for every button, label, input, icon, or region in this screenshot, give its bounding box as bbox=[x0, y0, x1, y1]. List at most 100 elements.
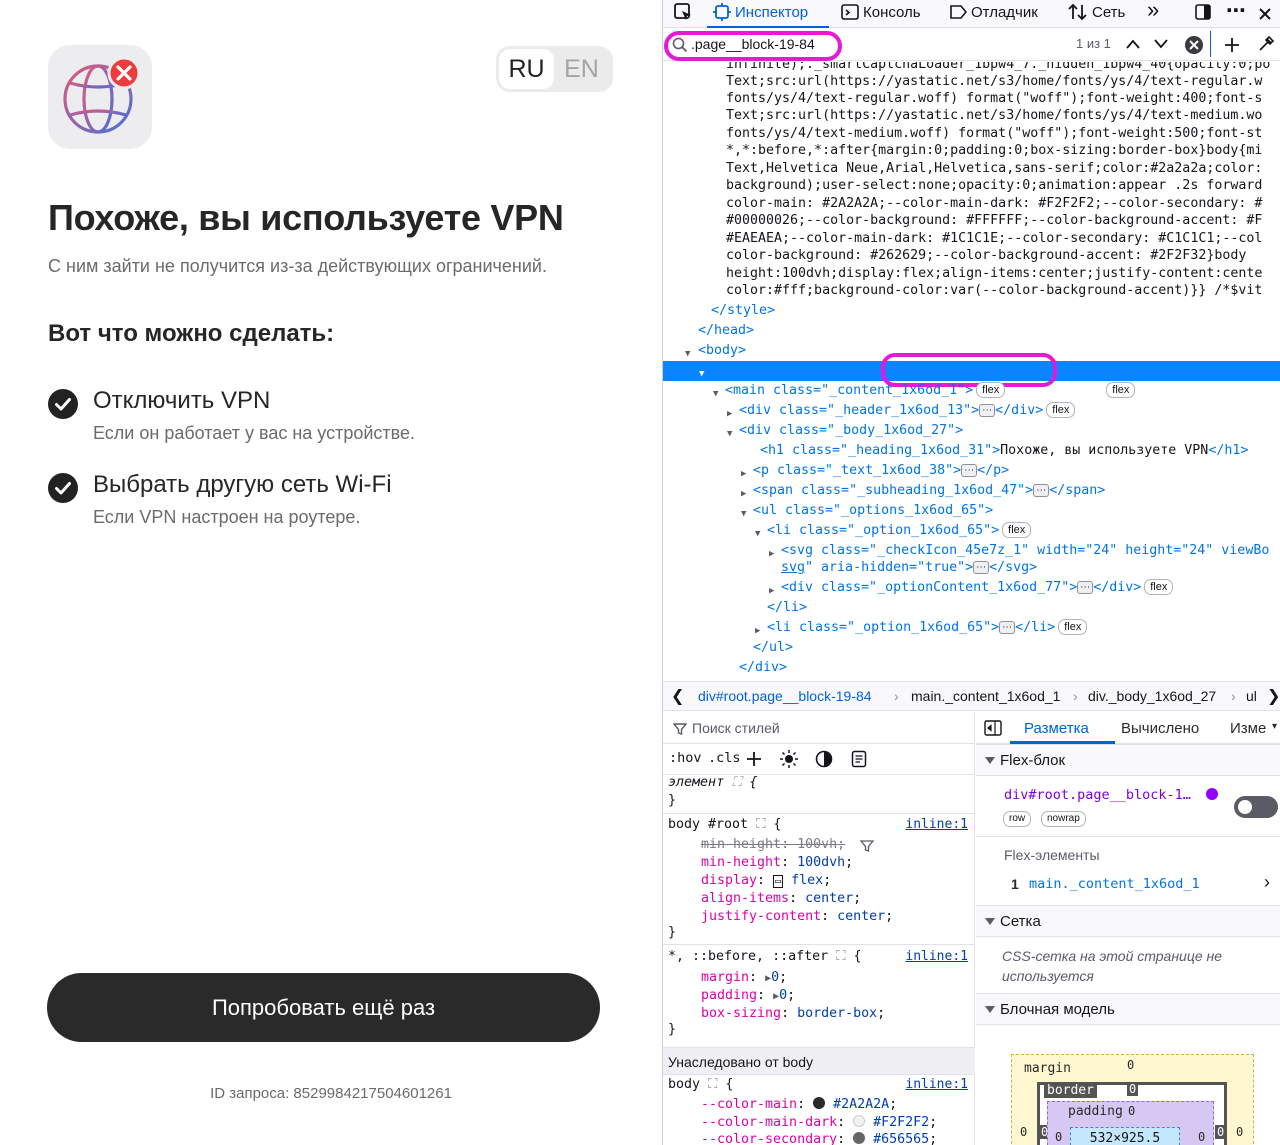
tab-network[interactable]: Сеть bbox=[1068, 2, 1125, 24]
padding-right-value[interactable]: 0 bbox=[1198, 1130, 1205, 1144]
eyedropper-icon[interactable] bbox=[1257, 35, 1275, 53]
expand-arrow-icon[interactable]: ▼ bbox=[755, 526, 760, 544]
rule-declaration[interactable]: --color-secondary: #656565; bbox=[701, 1132, 937, 1145]
rule-declaration[interactable]: margin: ▶0; bbox=[701, 970, 787, 985]
svg-ns-link[interactable]: svg bbox=[781, 560, 805, 575]
margin-left-value[interactable]: 0 bbox=[1020, 1125, 1027, 1139]
flex-item-link[interactable]: main._content_1x6od_1 bbox=[1029, 876, 1200, 892]
breadcrumb-item[interactable]: ul bbox=[1246, 688, 1257, 704]
rule-declaration[interactable]: display: ▭ flex; bbox=[701, 873, 831, 888]
light-theme-icon[interactable] bbox=[780, 750, 798, 768]
flex-badge[interactable]: flex bbox=[1058, 619, 1088, 635]
rule-declaration[interactable]: padding: ▶0; bbox=[701, 988, 795, 1003]
rule-source-link[interactable]: inline:1 bbox=[905, 817, 968, 832]
color-swatch[interactable] bbox=[853, 1115, 866, 1127]
ul-close-tag[interactable]: </ul> bbox=[753, 638, 793, 658]
filter-icon[interactable] bbox=[860, 839, 874, 853]
rule-declaration[interactable]: --color-main: #2A2A2A; bbox=[701, 1097, 897, 1112]
box-model-section-header[interactable]: Блочная модель bbox=[976, 993, 1280, 1025]
chevron-down-icon[interactable]: ▾ bbox=[1272, 721, 1277, 732]
style-close-tag[interactable]: </style> bbox=[711, 301, 775, 321]
flex-badge[interactable]: flex bbox=[1046, 402, 1076, 418]
flex-badge[interactable]: flex bbox=[1002, 522, 1032, 538]
close-devtools-icon[interactable] bbox=[1258, 2, 1276, 24]
element-picker-icon[interactable] bbox=[673, 2, 697, 24]
chevron-down-icon[interactable] bbox=[1153, 38, 1169, 50]
more-tabs-button[interactable]: » bbox=[1147, 0, 1159, 21]
rule-selector[interactable]: body ⛶ { bbox=[668, 1077, 733, 1092]
tab-debugger[interactable]: Отладчик bbox=[949, 2, 1038, 24]
rule-selector[interactable]: *, ::before, ::after ⛶ { bbox=[668, 949, 861, 964]
div-close-tag[interactable]: </div> bbox=[739, 658, 787, 678]
color-swatch[interactable] bbox=[853, 1132, 866, 1144]
main-node[interactable]: <main class="_content_1x6od_1"> flex bbox=[725, 381, 1006, 401]
expand-arrow-icon[interactable]: ▶ bbox=[727, 406, 732, 424]
expand-arrow-icon[interactable]: ▼ bbox=[699, 366, 704, 384]
lang-ru-button[interactable]: RU bbox=[499, 49, 554, 89]
style-filter-input[interactable]: Поиск стилей bbox=[692, 720, 780, 736]
grid-section-header[interactable]: Сетка bbox=[976, 905, 1280, 937]
flex-highlight-color[interactable] bbox=[1206, 788, 1218, 800]
collapsed-dots[interactable]: ⋯ bbox=[961, 464, 978, 477]
collapsed-dots[interactable]: ⋯ bbox=[973, 561, 990, 574]
breadcrumb-back-icon[interactable]: ❮ bbox=[671, 686, 684, 706]
breadcrumb-item[interactable]: main._content_1x6od_1 bbox=[911, 688, 1060, 704]
head-close-tag[interactable]: </head> bbox=[698, 321, 754, 341]
add-rule-icon[interactable] bbox=[746, 751, 762, 767]
breadcrumb-item[interactable]: div#root.page__block-19-84 bbox=[698, 688, 872, 704]
tab-computed[interactable]: Вычислено bbox=[1121, 720, 1199, 737]
border-top-value[interactable]: 0 bbox=[1127, 1082, 1139, 1096]
collapsed-dots[interactable]: ⋯ bbox=[999, 621, 1016, 634]
chevron-up-icon[interactable] bbox=[1125, 38, 1141, 50]
collapsed-dots[interactable]: ⋯ bbox=[1033, 484, 1050, 497]
expand-arrow-icon[interactable]: ▼ bbox=[741, 506, 746, 524]
header-node[interactable]: <div class="_header_1x6od_13"> ⋯ </div> fle… bbox=[739, 401, 1076, 421]
margin-top-value[interactable]: 0 bbox=[1127, 1058, 1134, 1072]
body-div-node[interactable]: <div class="_body_1x6od_27"> bbox=[739, 421, 963, 441]
body-node[interactable]: <body> bbox=[698, 341, 746, 361]
rule-declaration[interactable]: align-items: center; bbox=[701, 891, 861, 906]
margin-right-value[interactable]: 0 bbox=[1236, 1125, 1243, 1139]
rule-declaration[interactable]: min-height: 100dvh; bbox=[701, 855, 853, 870]
li-node[interactable]: <li class="_option_1x6od_65"> ⋯ </li> flex bbox=[767, 618, 1088, 638]
span-node[interactable]: <span class="_subheading_1x6od_47"> ⋯ </sp… bbox=[753, 481, 1105, 501]
rule-settings-icon[interactable]: ⛶ bbox=[732, 775, 741, 790]
expand-arrow-icon[interactable]: ▶ bbox=[741, 466, 746, 484]
cls-toggle[interactable]: .cls bbox=[708, 750, 741, 766]
collapsed-dots[interactable]: ⋯ bbox=[979, 404, 996, 417]
li-close-tag[interactable]: </li> bbox=[767, 598, 807, 618]
expand-arrow-icon[interactable]: ▼ bbox=[727, 426, 732, 444]
breadcrumb-item[interactable]: div._body_1x6od_27 bbox=[1088, 688, 1216, 704]
ul-node[interactable]: <ul class="_options_1x6od_65"> bbox=[753, 501, 993, 521]
rule-settings-icon[interactable]: ⛶ bbox=[708, 1077, 717, 1092]
flex-badge[interactable]: flex bbox=[1106, 382, 1136, 398]
tab-console[interactable]: Консоль bbox=[841, 2, 921, 24]
print-media-icon[interactable] bbox=[851, 750, 867, 768]
rule-source-link[interactable]: inline:1 bbox=[905, 1077, 968, 1092]
h1-node[interactable]: <h1 class="_heading_1x6od_31">Похоже, вы… bbox=[760, 441, 1248, 461]
rule-settings-icon[interactable]: ⛶ bbox=[836, 949, 845, 964]
retry-button[interactable]: Попробовать ещё раз bbox=[47, 973, 600, 1042]
rule-declaration[interactable]: --color-main-dark: #F2F2F2; bbox=[701, 1115, 937, 1130]
border-right-value[interactable]: 0 bbox=[1215, 1125, 1227, 1139]
chevron-right-icon[interactable]: › bbox=[1264, 872, 1270, 893]
svg-node-line2[interactable]: svg" aria-hidden="true"> ⋯ </svg> bbox=[781, 558, 1037, 578]
flex-editor-icon[interactable]: ▭ bbox=[773, 875, 784, 888]
rule-selector[interactable]: body #root ⛶ { bbox=[668, 817, 781, 832]
collapsed-dots[interactable]: ⋯ bbox=[1077, 581, 1094, 594]
expand-arrow-icon[interactable]: ▶ bbox=[741, 486, 746, 504]
expand-arrow-icon[interactable]: ▼ bbox=[713, 386, 718, 404]
clear-search-icon[interactable] bbox=[1184, 35, 1204, 55]
p-node[interactable]: <p class="_text_1x6od_38"> ⋯ </p> bbox=[753, 461, 1009, 481]
add-node-icon[interactable] bbox=[1223, 36, 1241, 54]
rule-source-link[interactable]: inline:1 bbox=[905, 949, 968, 964]
toggle-pane-icon[interactable] bbox=[984, 720, 1002, 736]
rule-declaration[interactable]: min-height: 100vh; bbox=[701, 837, 845, 852]
padding-top-value[interactable]: 0 bbox=[1128, 1104, 1135, 1118]
li-node[interactable]: <li class="_option_1x6od_65"> flex bbox=[767, 521, 1032, 541]
flex-overlay-toggle[interactable] bbox=[1234, 796, 1278, 818]
more-options-icon[interactable]: ⋯ bbox=[1226, 0, 1246, 22]
contrast-icon[interactable] bbox=[815, 750, 833, 768]
dock-icon[interactable] bbox=[1194, 2, 1216, 24]
tab-inspector[interactable]: Инспектор bbox=[713, 2, 808, 24]
